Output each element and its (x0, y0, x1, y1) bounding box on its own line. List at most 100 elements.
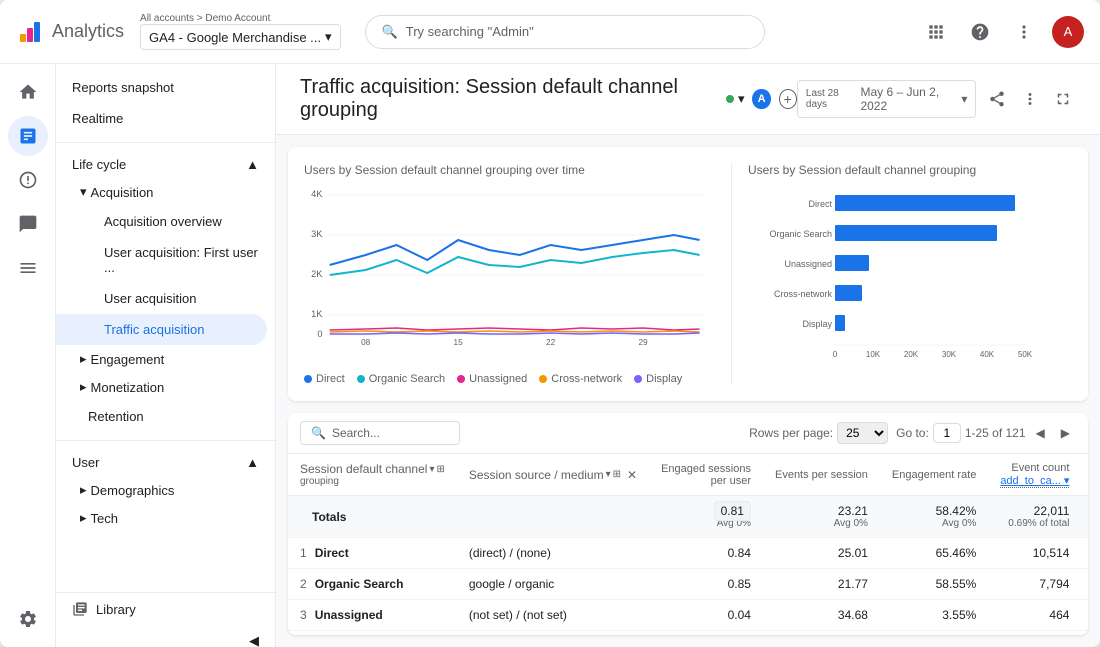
table-row: 3Unassigned (not set) / (not set) 0.04 3… (288, 600, 1088, 631)
svg-text:50K: 50K (1018, 350, 1033, 359)
configure-icon[interactable] (8, 248, 48, 288)
legend-cross-network: Cross-network (539, 373, 622, 385)
help-icon[interactable] (964, 16, 996, 48)
data-table: Session default channel ▾ ⊞ grouping Ses… (288, 454, 1088, 635)
svg-text:30K: 30K (942, 350, 957, 359)
add-comparison-btn[interactable]: + (779, 89, 797, 109)
table-toolbar: 🔍 Search... Rows per page: 25 50 100 Go (288, 413, 1088, 454)
sidebar: Reports snapshot Realtime Life cycle ▲ ▾… (56, 64, 276, 647)
more-options-icon[interactable] (1008, 16, 1040, 48)
table-search[interactable]: 🔍 Search... (300, 421, 460, 445)
totals-engaged-sessions: 0.81 Avg 0% (649, 496, 763, 538)
sidebar-item-reports-snapshot[interactable]: Reports snapshot (56, 72, 275, 103)
chevron-down-icon3: ▾ (961, 92, 967, 106)
svg-text:15: 15 (454, 338, 464, 345)
filter-icon2[interactable]: ⊞ (613, 469, 621, 480)
th-events-per-session: Events per session (763, 454, 880, 496)
next-page-btn[interactable]: ▶ (1055, 424, 1076, 442)
share-icon[interactable] (984, 85, 1009, 113)
add-event-count-link[interactable]: add_to_ca... ▾ (1000, 475, 1069, 488)
account-info: All accounts > Demo Account GA4 - Google… (140, 13, 341, 50)
sidebar-group-demographics[interactable]: ▸ Demographics (56, 476, 275, 504)
sidebar-divider2 (56, 440, 275, 441)
svg-text:0: 0 (317, 329, 322, 339)
sidebar-item-acquisition-overview[interactable]: Acquisition overview (56, 206, 275, 237)
chevron-right-icon4: ▸ (80, 510, 87, 526)
rows-per-page-select[interactable]: 25 50 100 (837, 422, 888, 444)
charts-section: Users by Session default channel groupin… (288, 147, 1088, 401)
analytics-logo-icon (16, 18, 44, 46)
header-actions: Last 28 days May 6 – Jun 2, 2022 ▾ (797, 80, 1076, 118)
property-selector[interactable]: GA4 - Google Merchandise ... ▾ (140, 24, 341, 50)
sidebar-group-acquisition[interactable]: ▾ Acquisition (56, 178, 275, 206)
advertising-icon[interactable] (8, 204, 48, 244)
sidebar-item-user-acquisition[interactable]: User acquisition (56, 283, 275, 314)
fullscreen-icon[interactable] (1051, 85, 1076, 113)
sidebar-item-retention[interactable]: Retention (56, 401, 275, 432)
svg-text:Cross-network: Cross-network (774, 289, 833, 299)
settings-icon[interactable] (8, 599, 48, 639)
legend-display: Display (634, 373, 682, 385)
svg-text:20K: 20K (904, 350, 919, 359)
th-engaged-sessions: Engaged sessionsper user (649, 454, 763, 496)
svg-text:10K: 10K (866, 350, 881, 359)
home-icon[interactable] (8, 72, 48, 112)
page-range: 1-25 of 121 (965, 426, 1026, 440)
explore-icon[interactable] (8, 160, 48, 200)
sidebar-group-engagement[interactable]: ▸ Engagement (56, 345, 275, 373)
filter-icon[interactable]: ⊞ (436, 464, 444, 475)
app-title: Analytics (52, 21, 124, 42)
sidebar-group-tech[interactable]: ▸ Tech (56, 504, 275, 532)
sidebar-divider (56, 142, 275, 143)
line-chart: 4K 3K 2K 1K 0 (304, 185, 715, 365)
sidebar-item-library[interactable]: Library (56, 592, 275, 625)
sidebar-item-realtime[interactable]: Realtime (56, 103, 275, 134)
more-icon[interactable] (1018, 85, 1043, 113)
svg-text:Direct: Direct (808, 199, 832, 209)
search-placeholder2: Search... (332, 426, 380, 440)
sidebar-collapse-btn[interactable]: ◀ (56, 625, 275, 647)
table-row: 4Cross-network google / cpc 0.53 10.05 4… (288, 631, 1088, 636)
status-badge: ▾ (726, 91, 745, 107)
date-range-selector[interactable]: Last 28 days May 6 – Jun 2, 2022 ▾ (797, 80, 977, 118)
page-input[interactable] (933, 423, 961, 443)
svg-text:2K: 2K (311, 269, 322, 279)
chevron-up-icon: ▲ (246, 157, 259, 172)
content-area: Traffic acquisition: Session default cha… (276, 64, 1100, 647)
bar-chart-container: Users by Session default channel groupin… (732, 163, 1072, 385)
svg-text:Display: Display (802, 319, 832, 329)
sidebar-group-user[interactable]: User ▲ (56, 449, 275, 476)
reports-icon[interactable] (8, 116, 48, 156)
table-row: 2Organic Search google / organic 0.85 21… (288, 569, 1088, 600)
totals-engagement-rate: 58.42% Avg 0% (880, 496, 988, 538)
search-icon2: 🔍 (311, 426, 326, 440)
sort-icon2[interactable]: ▾ (606, 469, 611, 480)
rows-per-page: Rows per page: 25 50 100 (749, 422, 888, 444)
property-name: GA4 - Google Merchandise ... (149, 30, 321, 45)
sidebar-group-monetization[interactable]: ▸ Monetization (56, 373, 275, 401)
sidebar-item-traffic-acquisition[interactable]: Traffic acquisition (56, 314, 267, 345)
user-badge: A (752, 89, 770, 109)
prev-page-btn[interactable]: ◀ (1030, 424, 1051, 442)
last-days-label: Last 28 days (806, 88, 857, 110)
icon-rail (0, 64, 56, 647)
close-filter-icon[interactable]: ✕ (627, 468, 637, 482)
avatar[interactable]: A (1052, 16, 1084, 48)
chevron-up-icon2: ▲ (246, 455, 259, 470)
sidebar-item-user-acquisition-first[interactable]: User acquisition: First user ... (56, 237, 275, 283)
search-bar[interactable]: 🔍 Try searching "Admin" (365, 15, 765, 49)
bar-chart: Direct Organic Search Unassigned Cross-n… (748, 185, 1072, 365)
legend-organic: Organic Search (357, 373, 445, 385)
sort-icon[interactable]: ▾ (429, 464, 434, 475)
th-conversions: Conversions All events ▾ (1081, 454, 1088, 496)
library-icon (72, 601, 88, 617)
line-chart-title: Users by Session default channel groupin… (304, 163, 715, 177)
th-channel: Session default channel ▾ ⊞ grouping (288, 454, 457, 496)
chevron-right-icon: ▸ (80, 351, 87, 367)
sidebar-group-lifecycle[interactable]: Life cycle ▲ (56, 151, 275, 178)
totals-row: Totals 0.81 Avg 0% 23.21 Avg 0% (288, 496, 1088, 538)
chevron-down-icon2[interactable]: ▾ (738, 91, 745, 107)
apps-icon[interactable] (920, 16, 952, 48)
totals-label: Totals (288, 496, 649, 538)
chart-legend: Direct Organic Search Unassigned Cr (304, 373, 715, 385)
